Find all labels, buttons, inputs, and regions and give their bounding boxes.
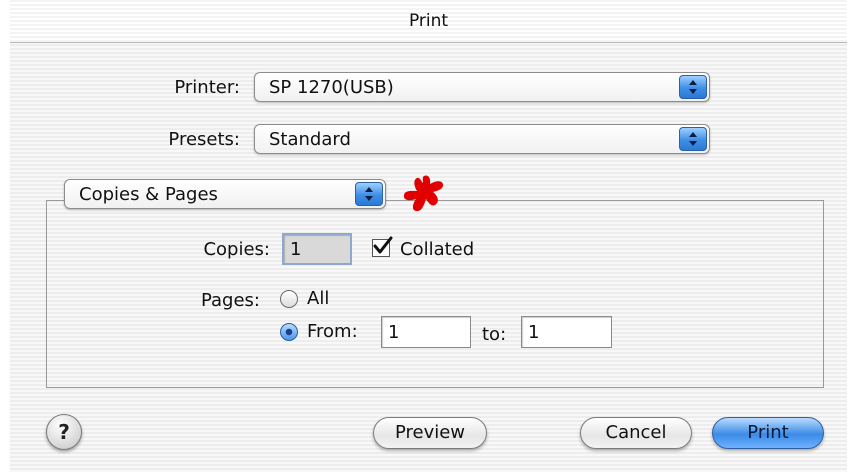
title-bar: Print xyxy=(10,0,847,43)
panel-popup-value: Copies & Pages xyxy=(79,184,218,205)
print-dialog: Print Printer: SP 1270(USB) Presets: Sta… xyxy=(10,0,847,472)
checkmark-icon xyxy=(373,236,393,254)
up-down-arrows-icon xyxy=(679,75,707,99)
print-button[interactable]: Print xyxy=(712,417,824,449)
pages-from-label[interactable]: From: xyxy=(307,321,358,342)
copies-field[interactable] xyxy=(282,233,352,265)
red-star-mark xyxy=(403,175,444,212)
up-down-arrows-icon xyxy=(679,127,707,151)
copies-label: Copies: xyxy=(203,239,270,260)
collated-checkbox[interactable] xyxy=(372,236,393,257)
panel-popup[interactable]: Copies & Pages xyxy=(64,179,386,209)
presets-label: Presets: xyxy=(168,129,240,150)
to-label: to: xyxy=(482,324,507,345)
up-down-arrows-icon xyxy=(355,182,383,206)
to-page-field[interactable] xyxy=(521,316,612,348)
printer-popup[interactable]: SP 1270(USB) xyxy=(254,72,710,102)
help-button[interactable]: ? xyxy=(46,414,82,450)
pages-from-radio[interactable] xyxy=(280,323,298,341)
printer-popup-value: SP 1270(USB) xyxy=(269,77,394,98)
presets-popup[interactable]: Standard xyxy=(254,124,710,154)
printer-label: Printer: xyxy=(174,77,240,98)
window-title: Print xyxy=(408,11,449,31)
pages-label: Pages: xyxy=(200,290,260,311)
cancel-button[interactable]: Cancel xyxy=(580,417,692,449)
collated-label[interactable]: Collated xyxy=(400,239,474,260)
presets-popup-value: Standard xyxy=(269,129,351,150)
from-page-field[interactable] xyxy=(381,316,471,348)
preview-button[interactable]: Preview xyxy=(373,417,487,449)
pages-all-label[interactable]: All xyxy=(307,288,329,309)
pages-all-radio[interactable] xyxy=(280,290,298,308)
